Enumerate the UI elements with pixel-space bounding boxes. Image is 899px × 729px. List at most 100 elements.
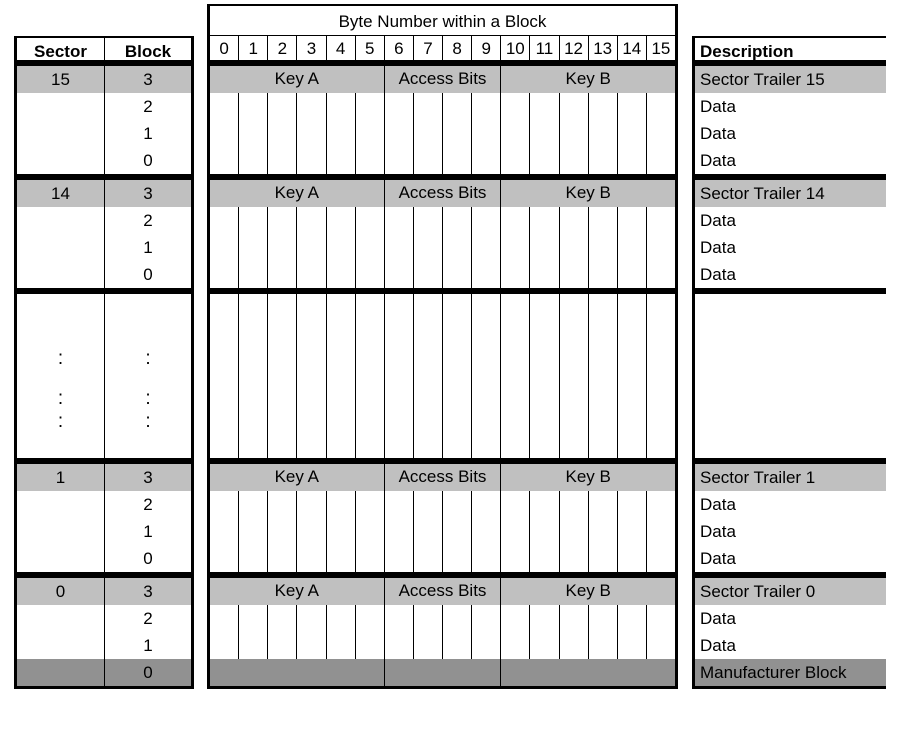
byte-row (210, 234, 675, 261)
data-byte-cell (210, 518, 240, 545)
data-byte-cell (384, 545, 414, 572)
data-byte-cell (297, 518, 327, 545)
description-cell: Sector Trailer 14 (695, 180, 886, 207)
sector-number-cell (17, 120, 105, 147)
data-byte-cell (646, 491, 675, 518)
block-number-cell: 0 (105, 659, 191, 686)
data-byte-cell (384, 93, 414, 120)
block-number-cell: 0 (105, 147, 191, 174)
block-number-cell: 0 (105, 545, 191, 572)
sector-number-cell (17, 518, 105, 545)
data-byte-cell (210, 120, 240, 147)
trailer-field-cell: Access Bits (384, 464, 502, 491)
data-byte-cell (646, 518, 675, 545)
data-byte-cell (530, 518, 560, 545)
data-byte-cell (326, 294, 356, 458)
byte-row (210, 147, 675, 174)
byte-row (210, 632, 675, 659)
data-byte-cell (559, 605, 589, 632)
byte-row (210, 518, 675, 545)
data-byte-cell (268, 491, 298, 518)
data-byte-cell (530, 93, 560, 120)
data-byte-cell (646, 207, 675, 234)
data-byte-cell (588, 147, 618, 174)
data-byte-cell (210, 491, 240, 518)
data-byte-cell (413, 491, 443, 518)
data-byte-cell (210, 93, 240, 120)
sector-number-cell (17, 491, 105, 518)
byte-rows-sector-0: Key A Access Bits Key B (207, 575, 678, 689)
data-byte-cell (588, 294, 618, 458)
data-byte-cell (326, 93, 356, 120)
data-byte-cell (210, 294, 240, 458)
manufacturer-byte-cell (210, 659, 385, 686)
byte-row: Key A Access Bits Key B (210, 180, 675, 207)
data-byte-cell (501, 120, 531, 147)
table-row: 2 (17, 207, 191, 234)
data-byte-cell (297, 147, 327, 174)
data-byte-cell (297, 605, 327, 632)
sector-number-cell: 14 (17, 180, 105, 207)
data-byte-cell (239, 605, 269, 632)
description-ellipsis-region (692, 291, 886, 461)
data-byte-cell (239, 207, 269, 234)
data-byte-cell (239, 294, 269, 458)
trailer-field-cell: Key A (210, 66, 385, 93)
data-byte-cell (268, 207, 298, 234)
description-panel: Description Sector Trailer 15 Data Data Dat… (692, 36, 886, 689)
data-byte-cell (413, 120, 443, 147)
data-byte-cell (268, 605, 298, 632)
data-byte-cell (239, 147, 269, 174)
block-number-cell: 2 (105, 207, 191, 234)
manufacturer-byte-cell (384, 659, 502, 686)
byte-number-cell: 4 (327, 36, 356, 60)
table-row: 2 (17, 491, 191, 518)
trailer-field-cell: Key B (501, 464, 675, 491)
data-byte-cell (559, 518, 589, 545)
data-byte-cell (297, 93, 327, 120)
trailer-field-cell: Key A (210, 180, 385, 207)
block-ellipsis-column: : : : (105, 294, 191, 458)
data-byte-cell (617, 93, 647, 120)
data-byte-cell (355, 545, 385, 572)
byte-number-row: 0 1 2 3 4 5 6 7 8 9 10 11 12 13 14 15 (210, 36, 675, 63)
description-cell: Data (695, 234, 886, 261)
byte-row (210, 120, 675, 147)
sector-group-0: 03210 (14, 575, 194, 689)
data-byte-cell (297, 234, 327, 261)
table-row: 0 (17, 261, 191, 288)
data-byte-cell (326, 632, 356, 659)
data-byte-cell (588, 120, 618, 147)
data-byte-cell (617, 261, 647, 288)
data-byte-cell (268, 234, 298, 261)
data-byte-cell (501, 632, 531, 659)
data-byte-cell (472, 518, 502, 545)
data-byte-cell (326, 147, 356, 174)
data-byte-cell (413, 294, 443, 458)
data-byte-cell (297, 207, 327, 234)
description-cell: Data (695, 207, 886, 234)
data-byte-cell (443, 518, 473, 545)
data-byte-cell (443, 491, 473, 518)
data-byte-cell (384, 207, 414, 234)
table-row: 1 (17, 518, 191, 545)
data-byte-cell (501, 234, 531, 261)
ellipsis-glyph: : (145, 411, 151, 432)
data-byte-cell (413, 545, 443, 572)
description-group-14: Sector Trailer 14 Data Data Data (692, 177, 886, 291)
byte-row: Key A Access Bits Key B (210, 66, 675, 93)
table-row: 2 (17, 605, 191, 632)
data-byte-cell (355, 605, 385, 632)
ellipsis-glyph: : (57, 388, 64, 409)
data-byte-cell (443, 294, 473, 458)
sector-number-cell (17, 207, 105, 234)
data-byte-cell (588, 545, 618, 572)
data-byte-cell (413, 605, 443, 632)
description-cell: Data (695, 147, 886, 174)
data-byte-cell (413, 147, 443, 174)
data-byte-cell (239, 632, 269, 659)
data-byte-cell (559, 632, 589, 659)
data-byte-cell (355, 234, 385, 261)
trailer-field-cell: Access Bits (384, 180, 502, 207)
table-row: 1 (17, 632, 191, 659)
